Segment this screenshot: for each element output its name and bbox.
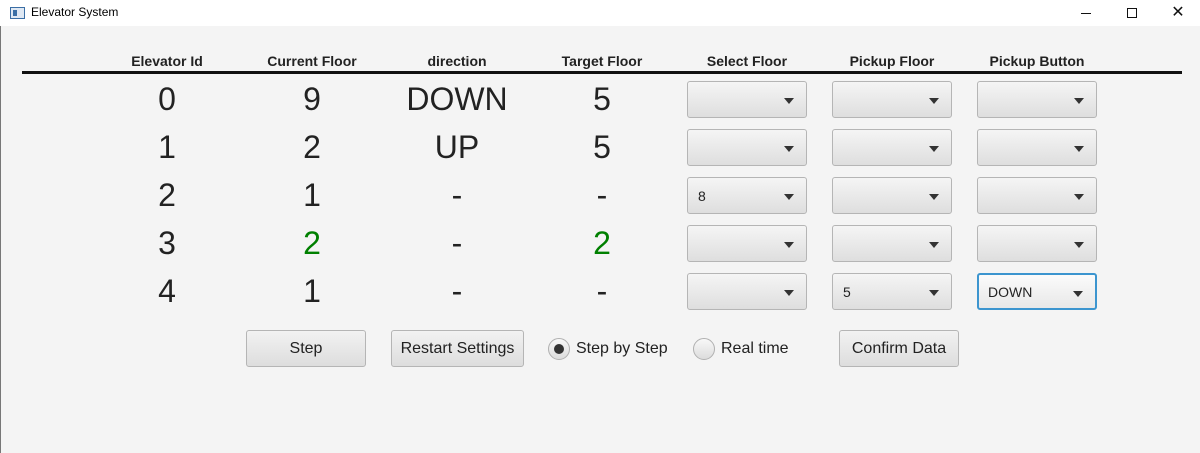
header-direction: direction — [427, 53, 487, 69]
chevron-down-icon — [929, 194, 939, 200]
title-bar: Elevator System ✕ — [0, 0, 1200, 26]
target-floor: 5 — [593, 81, 611, 117]
table-header: Elevator Id Current Floor direction Targ… — [0, 53, 1200, 71]
elevator-id: 3 — [158, 225, 176, 261]
direction: - — [451, 225, 463, 261]
elevator-id: 2 — [158, 177, 176, 213]
direction: UP — [434, 129, 480, 165]
chevron-down-icon — [784, 242, 794, 248]
target-floor: 2 — [593, 225, 611, 261]
chevron-down-icon — [1074, 146, 1084, 152]
table-row: 0 9 DOWN 5 — [0, 79, 1200, 127]
step-button[interactable]: Step — [246, 330, 366, 367]
table-row: 4 1 - - 5 DOWN — [0, 271, 1200, 319]
pickup-floor-dropdown[interactable] — [832, 177, 952, 214]
radio-real-time-label: Real time — [721, 340, 789, 357]
radio-selected-icon — [548, 338, 570, 360]
chevron-down-icon — [784, 146, 794, 152]
current-floor: 2 — [303, 225, 321, 261]
pickup-button-dropdown[interactable] — [977, 81, 1097, 118]
pickup-floor-dropdown[interactable] — [832, 129, 952, 166]
pickup-floor-dropdown[interactable] — [832, 81, 952, 118]
restart-settings-button[interactable]: Restart Settings — [391, 330, 524, 367]
select-floor-dropdown[interactable] — [687, 81, 807, 118]
pickup-button-dropdown[interactable] — [977, 225, 1097, 262]
elevator-id: 4 — [158, 273, 176, 309]
elevator-id: 1 — [158, 129, 176, 165]
chevron-down-icon — [1074, 194, 1084, 200]
radio-unselected-icon — [693, 338, 715, 360]
chevron-down-icon — [784, 98, 794, 104]
pickup-floor-dropdown[interactable]: 5 — [832, 273, 952, 310]
select-floor-dropdown[interactable] — [687, 225, 807, 262]
target-floor: - — [596, 177, 608, 213]
pickup-floor-dropdown[interactable] — [832, 225, 952, 262]
target-floor: - — [596, 273, 608, 309]
current-floor: 1 — [303, 177, 321, 213]
pickup-button-dropdown[interactable] — [977, 177, 1097, 214]
target-floor: 5 — [593, 129, 611, 165]
chevron-down-icon — [1074, 242, 1084, 248]
maximize-icon — [1127, 8, 1137, 18]
current-floor: 1 — [303, 273, 321, 309]
chevron-down-icon — [1073, 291, 1083, 297]
close-icon: ✕ — [1171, 4, 1185, 21]
app-icon — [10, 7, 25, 19]
chevron-down-icon — [784, 290, 794, 296]
header-target-floor: Target Floor — [561, 53, 643, 69]
direction: - — [451, 273, 463, 309]
select-floor-dropdown[interactable] — [687, 129, 807, 166]
table-row: 2 1 - - 8 — [0, 175, 1200, 223]
app-window: Elevator System ✕ Elevator Id Current Fl… — [0, 0, 1200, 453]
header-pickup-button: Pickup Button — [989, 53, 1085, 69]
confirm-data-button[interactable]: Confirm Data — [839, 330, 959, 367]
header-current-floor: Current Floor — [267, 53, 357, 69]
header-pickup-floor: Pickup Floor — [849, 53, 935, 69]
minimize-icon — [1081, 12, 1091, 14]
window-title: Elevator System — [31, 5, 119, 19]
chevron-down-icon — [929, 290, 939, 296]
table-row: 1 2 UP 5 — [0, 127, 1200, 175]
radio-step-by-step[interactable]: Step by Step — [548, 338, 668, 360]
close-button[interactable]: ✕ — [1155, 0, 1200, 26]
header-select-floor: Select Floor — [706, 53, 788, 69]
pickup-button-dropdown[interactable]: DOWN — [977, 273, 1097, 310]
current-floor: 9 — [303, 81, 321, 117]
radio-real-time[interactable]: Real time — [693, 338, 789, 360]
table-row: 3 2 - 2 — [0, 223, 1200, 271]
chevron-down-icon — [784, 194, 794, 200]
minimize-button[interactable] — [1063, 0, 1109, 26]
current-floor: 2 — [303, 129, 321, 165]
pickup-button-dropdown[interactable] — [977, 129, 1097, 166]
maximize-button[interactable] — [1109, 0, 1155, 26]
chevron-down-icon — [929, 146, 939, 152]
select-floor-dropdown[interactable] — [687, 273, 807, 310]
radio-step-by-step-label: Step by Step — [576, 340, 668, 357]
chevron-down-icon — [929, 98, 939, 104]
select-floor-dropdown[interactable]: 8 — [687, 177, 807, 214]
header-divider — [22, 71, 1182, 74]
direction: DOWN — [406, 81, 508, 117]
header-elevator-id: Elevator Id — [131, 53, 203, 69]
elevator-id: 0 — [158, 81, 176, 117]
chevron-down-icon — [929, 242, 939, 248]
direction: - — [451, 177, 463, 213]
chevron-down-icon — [1074, 98, 1084, 104]
